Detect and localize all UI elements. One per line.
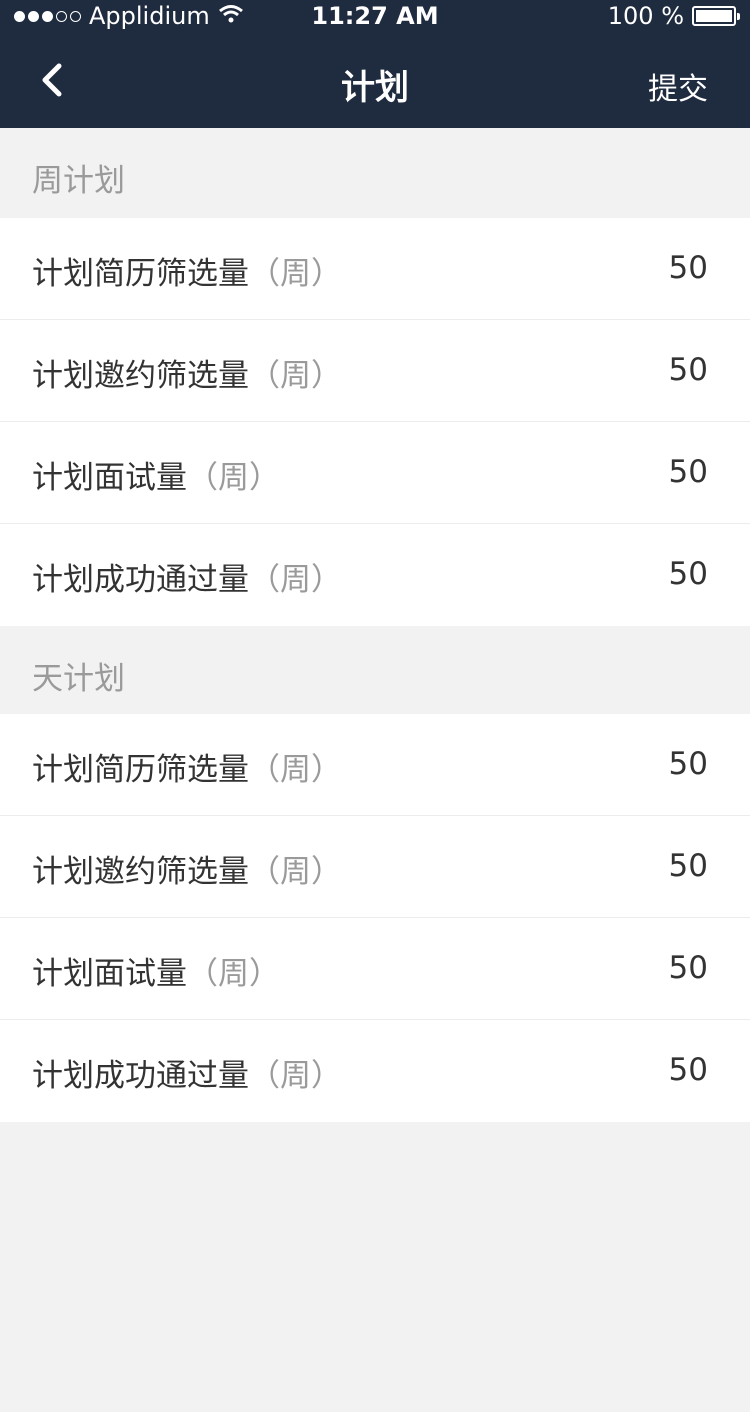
page-title: 计划 — [341, 68, 409, 108]
row-label: 计划简历筛选量 — [32, 256, 249, 292]
battery-icon — [692, 6, 740, 26]
row-label-wrap: 计划面试量（周） — [32, 948, 280, 993]
section-header-daily: 天计划 — [0, 626, 750, 716]
row-suffix: （周） — [187, 956, 280, 992]
row-value[interactable]: 50 — [669, 1052, 708, 1088]
plan-row[interactable]: 计划面试量（周） 50 — [0, 918, 750, 1020]
plan-row[interactable]: 计划邀约筛选量（周） 50 — [0, 320, 750, 422]
row-label: 计划邀约筛选量 — [32, 854, 249, 890]
row-value[interactable]: 50 — [669, 352, 708, 388]
section-title: 天计划 — [32, 661, 125, 697]
row-label: 计划面试量 — [32, 956, 187, 992]
section-title: 周计划 — [32, 163, 125, 199]
row-label-wrap: 计划简历筛选量（周） — [32, 744, 342, 789]
plan-row[interactable]: 计划简历筛选量（周） 50 — [0, 714, 750, 816]
row-value[interactable]: 50 — [669, 848, 708, 884]
row-label-wrap: 计划邀约筛选量（周） — [32, 846, 342, 891]
row-label: 计划成功通过量 — [32, 562, 249, 598]
status-bar: Applidium 11:27 AM 100 % — [0, 0, 750, 32]
row-label-wrap: 计划成功通过量（周） — [32, 554, 342, 599]
row-label-wrap: 计划面试量（周） — [32, 452, 280, 497]
row-label: 计划邀约筛选量 — [32, 358, 249, 394]
row-suffix: （周） — [249, 854, 342, 890]
plan-row[interactable]: 计划简历筛选量（周） 50 — [0, 218, 750, 320]
submit-button[interactable]: 提交 — [648, 64, 708, 108]
row-value[interactable]: 50 — [669, 556, 708, 592]
status-right: 100 % — [607, 2, 740, 30]
row-suffix: （周） — [249, 752, 342, 788]
row-suffix: （周） — [249, 256, 342, 292]
navigation-bar: 计划 提交 — [0, 32, 750, 128]
row-label: 计划成功通过量 — [32, 1058, 249, 1094]
plan-row[interactable]: 计划面试量（周） 50 — [0, 422, 750, 524]
row-value[interactable]: 50 — [669, 454, 708, 490]
section-header-weekly: 周计划 — [0, 128, 750, 218]
row-label-wrap: 计划成功通过量（周） — [32, 1050, 342, 1095]
row-suffix: （周） — [249, 1058, 342, 1094]
row-label-wrap: 计划邀约筛选量（周） — [32, 350, 342, 395]
row-value[interactable]: 50 — [669, 746, 708, 782]
row-label: 计划简历筛选量 — [32, 752, 249, 788]
row-label-wrap: 计划简历筛选量（周） — [32, 248, 342, 293]
plan-row[interactable]: 计划成功通过量（周） 50 — [0, 524, 750, 626]
plan-row[interactable]: 计划成功通过量（周） 50 — [0, 1020, 750, 1122]
row-value[interactable]: 50 — [669, 950, 708, 986]
plan-row[interactable]: 计划邀约筛选量（周） 50 — [0, 816, 750, 918]
top-bar: Applidium 11:27 AM 100 % 计划 提交 — [0, 0, 750, 128]
row-label: 计划面试量 — [32, 460, 187, 496]
row-value[interactable]: 50 — [669, 250, 708, 286]
row-suffix: （周） — [249, 358, 342, 394]
battery-percent: 100 % — [607, 2, 684, 30]
row-suffix: （周） — [249, 562, 342, 598]
row-suffix: （周） — [187, 460, 280, 496]
